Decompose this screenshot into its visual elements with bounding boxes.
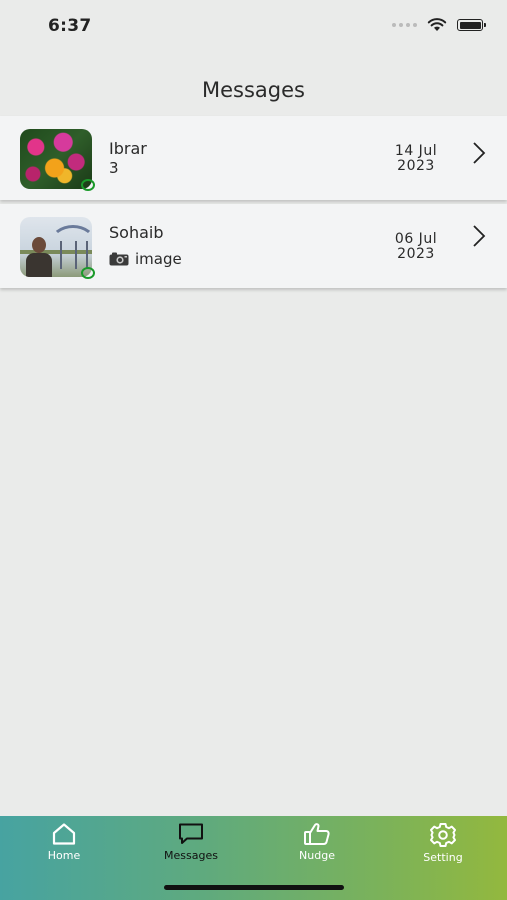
avatar: [20, 129, 92, 189]
contact-name: Sohaib: [109, 223, 164, 242]
tab-label: Setting: [423, 851, 463, 864]
camera-icon: [109, 252, 129, 266]
date-day-month: 06 Jul: [394, 231, 438, 247]
status-icons: [392, 18, 486, 32]
home-icon: [52, 823, 76, 845]
conversation-list: Ibrar 3 14 Jul 2023 Sohaib image 06 Jul …: [0, 116, 507, 292]
conversation-row-sohaib[interactable]: Sohaib image 06 Jul 2023: [0, 204, 507, 288]
tab-messages[interactable]: Messages: [136, 822, 246, 862]
gear-icon: [430, 823, 456, 847]
tab-nudge[interactable]: Nudge: [262, 822, 372, 862]
home-indicator[interactable]: [164, 885, 344, 890]
conversation-row-ibrar[interactable]: Ibrar 3 14 Jul 2023: [0, 116, 507, 200]
avatar: [20, 217, 92, 277]
wifi-icon: [427, 18, 447, 31]
date-year: 2023: [397, 158, 435, 174]
status-time: 6:37: [48, 16, 92, 36]
signal-icon: [392, 23, 417, 27]
chat-bubble-icon: [179, 823, 203, 844]
tab-label: Home: [47, 849, 81, 862]
chevron-right-icon[interactable]: [471, 141, 487, 165]
battery-icon: [457, 19, 486, 31]
date-day-month: 14 Jul: [394, 143, 438, 159]
status-bar: 6:37: [0, 0, 507, 56]
tab-home[interactable]: Home: [9, 822, 119, 862]
chevron-right-icon[interactable]: [471, 224, 487, 248]
preview-text: image: [135, 250, 182, 268]
online-indicator-icon: [81, 267, 95, 279]
date-year: 2023: [397, 246, 435, 262]
message-date: 14 Jul 2023: [381, 144, 451, 174]
message-date: 06 Jul 2023: [381, 232, 451, 262]
online-indicator-icon: [81, 179, 95, 191]
page-title: Messages: [202, 78, 305, 102]
message-preview: image: [109, 250, 182, 268]
message-preview: 3: [109, 159, 119, 177]
tab-label: Nudge: [299, 849, 335, 862]
thumbs-up-icon: [304, 823, 330, 845]
contact-name: Ibrar: [109, 139, 147, 158]
tab-label: Messages: [164, 849, 218, 862]
preview-text: 3: [109, 159, 119, 177]
tab-setting[interactable]: Setting: [388, 822, 498, 864]
